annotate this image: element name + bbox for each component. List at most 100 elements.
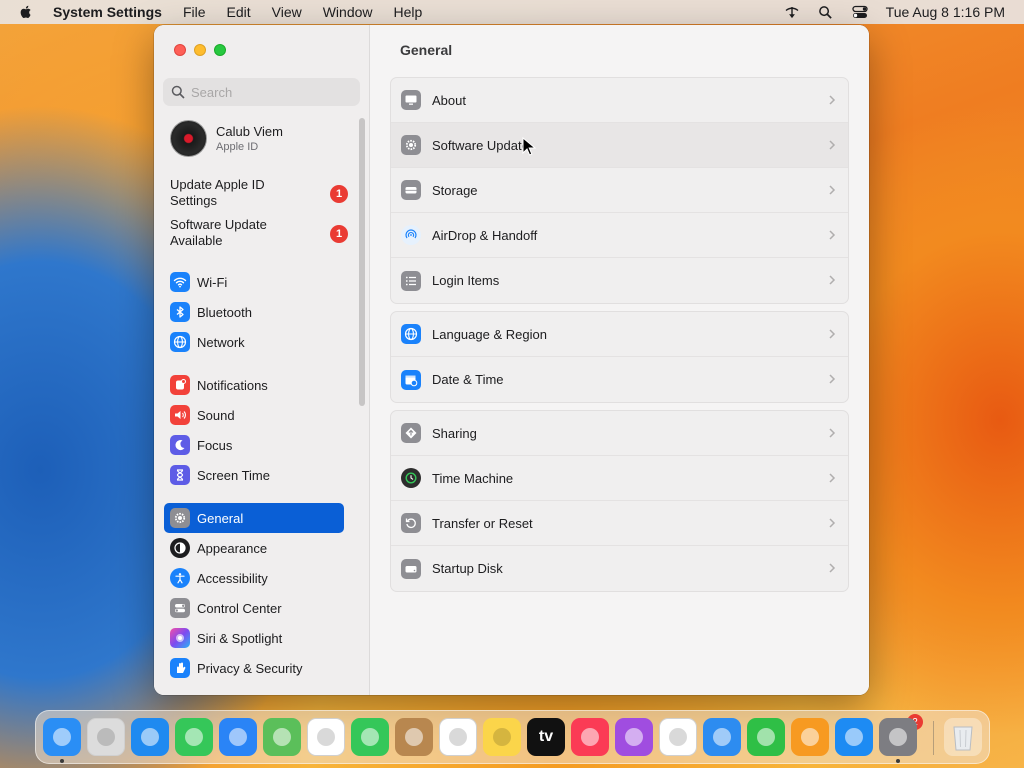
row-login-items[interactable]: Login Items [391, 258, 848, 303]
messages-icon[interactable] [175, 718, 213, 756]
row-label: Date & Time [432, 372, 504, 387]
globe-icon [170, 332, 190, 352]
dock-icon-glyph [53, 728, 71, 746]
row-airdrop-handoff[interactable]: AirDrop & Handoff [391, 213, 848, 258]
row-language-region[interactable]: Language & Region [391, 312, 848, 357]
news-icon[interactable] [659, 718, 697, 756]
sidebar-item-control-center[interactable]: Control Center [164, 593, 344, 623]
menu-view[interactable]: View [272, 4, 302, 20]
sidebar-item-general[interactable]: General [164, 503, 344, 533]
search-field[interactable]: Search [163, 78, 360, 106]
siri-icon [170, 628, 190, 648]
sidebar-item-appearance[interactable]: Appearance [164, 533, 344, 563]
contacts-icon[interactable] [395, 718, 433, 756]
sidebar-item-label: Control Center [197, 600, 282, 616]
menu-edit[interactable]: Edit [227, 4, 251, 20]
apple-menu-icon[interactable] [18, 4, 34, 20]
sidebar-scrollbar[interactable] [359, 118, 365, 406]
app-store-icon[interactable] [835, 718, 873, 756]
hourglass-icon [170, 465, 190, 485]
numbers-icon[interactable] [747, 718, 785, 756]
sidebar-item-notifications[interactable]: Notifications [164, 370, 344, 400]
trash-icon[interactable] [944, 718, 982, 756]
sidebar-item-privacy-security[interactable]: Privacy & Security [164, 653, 344, 683]
minimize-window-button[interactable] [194, 44, 206, 56]
sidebar-item-label: Network [197, 334, 245, 350]
sidebar-item-focus[interactable]: Focus [164, 430, 344, 460]
safari-icon[interactable] [131, 718, 169, 756]
wifi-status-icon[interactable] [784, 4, 800, 20]
row-transfer-reset[interactable]: Transfer or Reset [391, 501, 848, 546]
reminders-icon[interactable] [439, 718, 477, 756]
bell-icon [170, 375, 190, 395]
sidebar-item-label: Wi-Fi [197, 274, 228, 290]
notes-icon[interactable] [483, 718, 521, 756]
settings-icon[interactable] [879, 718, 917, 756]
podcasts-icon[interactable] [615, 718, 653, 756]
music-icon[interactable] [571, 718, 609, 756]
row-label: Software Update [432, 137, 529, 153]
wifi-icon [170, 272, 190, 292]
row-startup-disk[interactable]: Startup Disk [391, 546, 848, 591]
profile-name: Calub Viem [216, 123, 283, 139]
dock-icon-glyph [581, 728, 599, 746]
spotlight-search-icon[interactable] [818, 4, 834, 20]
row-label: Login Items [432, 273, 500, 288]
row-about[interactable]: About [391, 78, 848, 123]
sidebar-item-label: Accessibility [197, 570, 268, 586]
dock-icon-glyph [317, 728, 335, 746]
launchpad-icon[interactable] [87, 718, 125, 756]
mail-icon[interactable] [219, 718, 257, 756]
sidebar: Search Calub Viem Apple ID Update Apple … [154, 25, 370, 695]
row-sharing[interactable]: Sharing [391, 411, 848, 456]
reset-icon [401, 513, 421, 533]
calendar-clock-icon [401, 369, 421, 390]
photos-icon[interactable] [307, 718, 345, 756]
sidebar-item-screen-time[interactable]: Screen Time [164, 460, 344, 490]
close-window-button[interactable] [174, 44, 186, 56]
page-title: General [400, 42, 453, 58]
sidebar-item-sound[interactable]: Sound [164, 400, 344, 430]
sidebar-item-siri-spotlight[interactable]: Siri & Spotlight [164, 623, 344, 653]
sidebar-item-label: Siri & Spotlight [197, 630, 283, 646]
notice-software-update[interactable]: Software Update Available 1 [170, 217, 350, 249]
window-controls [174, 44, 226, 56]
dock-icon-glyph [889, 728, 907, 746]
facetime-icon[interactable] [351, 718, 389, 756]
notice-update-apple-id[interactable]: Update Apple ID Settings 1 [170, 177, 350, 209]
keynote-icon[interactable] [703, 718, 741, 756]
row-label: Transfer or Reset [432, 515, 533, 531]
zoom-window-button[interactable] [214, 44, 226, 56]
switches-icon [170, 598, 190, 618]
sidebar-item-accessibility[interactable]: Accessibility [164, 563, 344, 593]
tv-icon[interactable]: tv [527, 718, 565, 756]
notice-label: Update Apple ID Settings [170, 177, 265, 208]
apple-id-profile[interactable]: Calub Viem Apple ID [170, 120, 283, 157]
row-software-update[interactable]: Software Update [391, 123, 848, 168]
control-center-icon[interactable] [852, 4, 868, 20]
pages-icon[interactable] [791, 718, 829, 756]
menu-window[interactable]: Window [323, 4, 373, 20]
chevron-right-icon [829, 140, 836, 150]
finder-icon[interactable] [43, 718, 81, 756]
row-time-machine[interactable]: Time Machine [391, 456, 848, 501]
appearance-icon [170, 538, 190, 558]
chevron-right-icon [829, 95, 836, 105]
menu-bar-clock[interactable]: Tue Aug 8 1:16 PM [886, 4, 1005, 20]
sidebar-item-label: Privacy & Security [197, 660, 303, 676]
sidebar-item-label: Notifications [197, 377, 268, 393]
row-date-time[interactable]: Date & Time [391, 357, 848, 402]
row-storage[interactable]: Storage [391, 168, 848, 213]
maps-icon[interactable] [263, 718, 301, 756]
menu-help[interactable]: Help [394, 4, 423, 20]
sidebar-item-bluetooth[interactable]: Bluetooth [164, 297, 344, 327]
chevron-right-icon [829, 518, 836, 528]
settings-group-system: Sharing Time Machine Transfer or Reset S… [390, 410, 849, 592]
sidebar-item-wifi[interactable]: Wi-Fi [164, 267, 344, 297]
gear-badge-icon [401, 135, 421, 155]
airdrop-icon [401, 225, 421, 245]
dock-icon-glyph [669, 728, 687, 746]
sidebar-item-network[interactable]: Network [164, 327, 344, 357]
menu-file[interactable]: File [183, 4, 206, 20]
menu-app-name[interactable]: System Settings [53, 4, 162, 20]
